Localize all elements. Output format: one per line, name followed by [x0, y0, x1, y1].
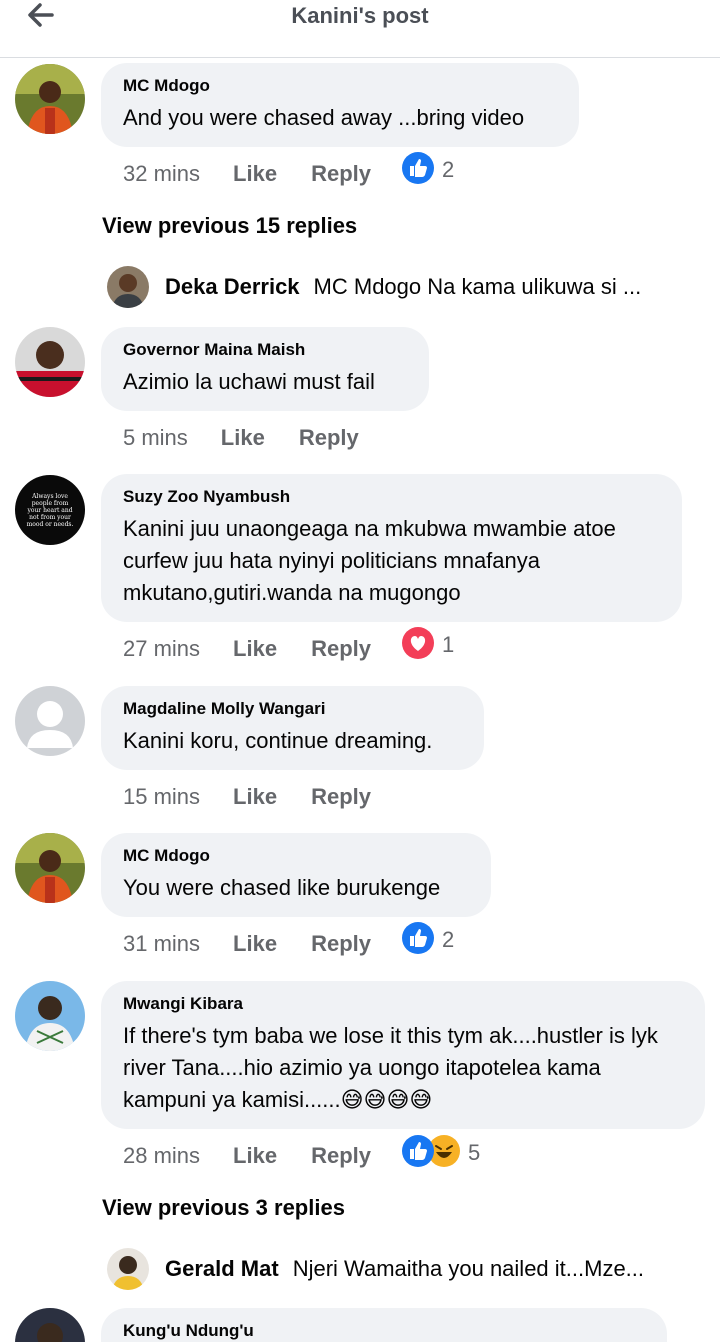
reply-author: Gerald Mat [165, 1256, 279, 1281]
love-reaction-icon [402, 626, 434, 664]
comment-text: You were chased like burukenge [123, 875, 441, 900]
comment-text: If there's tym baba we lose it this tym … [123, 1023, 658, 1112]
avatar[interactable] [15, 327, 85, 397]
reply-button[interactable]: Reply [311, 784, 371, 810]
comment-actions: 28 mins Like Reply [123, 1140, 371, 1172]
avatar-quote: Always love people from your heart and n… [26, 492, 74, 528]
comment-author[interactable]: Kung'u Ndung'u [123, 1321, 645, 1341]
comment-actions: 27 mins Like Reply [123, 633, 371, 665]
view-previous-replies-link[interactable]: View previous 15 replies [102, 213, 357, 239]
comment-author[interactable]: Magdaline Molly Wangari [123, 699, 462, 719]
avatar[interactable] [15, 833, 85, 903]
comment-text: And you were chased away ...bring video [123, 105, 525, 130]
comment-author[interactable]: MC Mdogo [123, 846, 469, 866]
comment-text: Kanini koru, continue dreaming. [123, 728, 433, 753]
reaction-count: 1 [442, 632, 455, 657]
reply-preview[interactable]: Deka Derrick MC Mdogo Na kama ulikuwa si… [107, 266, 707, 308]
like-reaction-icon [402, 151, 434, 189]
comment-author[interactable]: Suzy Zoo Nyambush [123, 487, 660, 507]
comment-time[interactable]: 27 mins [123, 636, 200, 662]
comment-text: Kanini juu unaongeaga na mkubwa mwambie … [123, 516, 616, 605]
like-reaction-icon [402, 1134, 434, 1172]
reaction-summary[interactable]: 2 [402, 151, 455, 189]
comment-time[interactable]: 31 mins [123, 931, 200, 957]
comment-bubble: MC Mdogo And you were chased away ...bri… [101, 63, 579, 147]
comment-actions: 5 mins Like Reply [123, 422, 359, 454]
comment-actions: 32 mins Like Reply [123, 158, 371, 190]
comment-author[interactable]: MC Mdogo [123, 76, 557, 96]
reaction-count: 5 [468, 1140, 481, 1165]
comment-actions: 31 mins Like Reply [123, 928, 371, 960]
avatar [107, 1248, 149, 1290]
comment-bubble: Governor Maina Maish Azimio la uchawi mu… [101, 327, 429, 411]
like-button[interactable]: Like [233, 636, 277, 662]
like-button[interactable]: Like [221, 425, 265, 451]
comment-bubble: Suzy Zoo Nyambush Kanini juu unaongeaga … [101, 474, 682, 622]
comment-bubble: Mwangi Kibara If there's tym baba we los… [101, 981, 705, 1129]
avatar[interactable]: Always love people from your heart and n… [15, 475, 85, 545]
avatar[interactable] [15, 686, 85, 756]
view-previous-replies-link[interactable]: View previous 3 replies [102, 1195, 345, 1221]
page-title: Kanini's post [291, 3, 429, 28]
avatar[interactable] [15, 64, 85, 134]
reaction-summary[interactable]: 2 [402, 921, 455, 959]
comment-text: Azimio la uchawi must fail [123, 369, 375, 394]
like-button[interactable]: Like [233, 1143, 277, 1169]
avatar[interactable] [15, 1308, 85, 1342]
reply-snippet: Njeri Wamaitha you nailed it...Mze... [292, 1256, 645, 1281]
avatar[interactable] [15, 981, 85, 1051]
reply-snippet: MC Mdogo Na kama ulikuwa si ... [313, 274, 642, 299]
reaction-summary[interactable]: 1 [402, 626, 455, 664]
comment-time[interactable]: 28 mins [123, 1143, 200, 1169]
comment-time[interactable]: 32 mins [123, 161, 200, 187]
avatar [107, 266, 149, 308]
comment-bubble: MC Mdogo You were chased like burukenge [101, 833, 491, 917]
comment-bubble: Kung'u Ndung'u [101, 1308, 667, 1342]
reply-author: Deka Derrick [165, 274, 300, 299]
like-button[interactable]: Like [233, 931, 277, 957]
reaction-summary[interactable]: 5 [402, 1134, 481, 1172]
reply-button[interactable]: Reply [299, 425, 359, 451]
like-reaction-icon [402, 921, 434, 959]
comment-author[interactable]: Governor Maina Maish [123, 340, 407, 360]
reply-button[interactable]: Reply [311, 931, 371, 957]
app-header: Kanini's post [0, 0, 720, 58]
comment-author[interactable]: Mwangi Kibara [123, 994, 683, 1014]
comment-time[interactable]: 5 mins [123, 425, 188, 451]
reply-button[interactable]: Reply [311, 161, 371, 187]
comment-actions: 15 mins Like Reply [123, 781, 371, 813]
like-button[interactable]: Like [233, 161, 277, 187]
reaction-count: 2 [442, 157, 455, 182]
like-button[interactable]: Like [233, 784, 277, 810]
comment-bubble: Magdaline Molly Wangari Kanini koru, con… [101, 686, 484, 770]
reaction-count: 2 [442, 927, 455, 952]
reply-button[interactable]: Reply [311, 1143, 371, 1169]
reply-preview[interactable]: Gerald Mat Njeri Wamaitha you nailed it.… [107, 1248, 682, 1290]
comment-time[interactable]: 15 mins [123, 784, 200, 810]
reply-button[interactable]: Reply [311, 636, 371, 662]
